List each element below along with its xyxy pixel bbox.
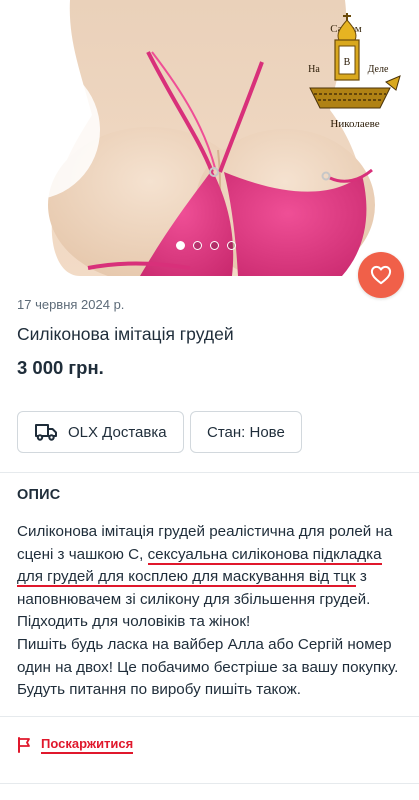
report-button[interactable]: Поскаржитися [17, 736, 134, 754]
description-line: Підходить для чоловіків та жінок! [17, 613, 251, 631]
divider [0, 783, 419, 784]
back-button[interactable] [16, 12, 48, 44]
divider [0, 472, 419, 473]
gallery-dot[interactable] [210, 241, 219, 250]
gallery-dot[interactable] [193, 241, 202, 250]
report-label: Поскаржитися [41, 736, 134, 754]
description-paragraph: Силіконова імітація грудей реалістична д… [17, 523, 393, 608]
listing-date: 17 червня 2024 р. [17, 297, 125, 312]
gallery-dot[interactable] [227, 241, 236, 250]
listing-price: 3 000 грн. [17, 357, 104, 378]
heart-icon [370, 265, 392, 285]
product-photo-gallery[interactable]: Самом В На Деле Николаеве [0, 0, 419, 276]
delivery-label: OLX Доставка [68, 423, 167, 441]
divider [0, 716, 419, 717]
description-line: Будуть питання по виробу пишіть також. [17, 681, 301, 699]
flag-icon [17, 737, 31, 753]
listing-title: Силіконова імітація грудей [17, 324, 234, 344]
truck-icon [35, 423, 57, 441]
svg-text:На: На [308, 64, 320, 75]
condition-chip: Стан: Нове [190, 411, 302, 453]
condition-label: Стан: Нове [207, 423, 285, 441]
gallery-pagination [176, 241, 236, 250]
watermark-logo: Самом В На Деле Николаеве [308, 13, 401, 130]
svg-text:Николаеве: Николаеве [330, 118, 379, 130]
description-heading: ОПИС [17, 487, 61, 503]
chevron-left-icon [25, 15, 39, 41]
description-line: Пишіть будь ласка на вайбер Алла або Сер… [17, 635, 399, 676]
svg-text:Деле: Деле [368, 64, 389, 75]
svg-text:В: В [344, 57, 351, 68]
description-text: Силіконова імітація грудей реалістична д… [17, 521, 402, 702]
gallery-dot[interactable] [176, 241, 185, 250]
delivery-chip[interactable]: OLX Доставка [17, 411, 184, 453]
favorite-button[interactable] [358, 252, 404, 298]
